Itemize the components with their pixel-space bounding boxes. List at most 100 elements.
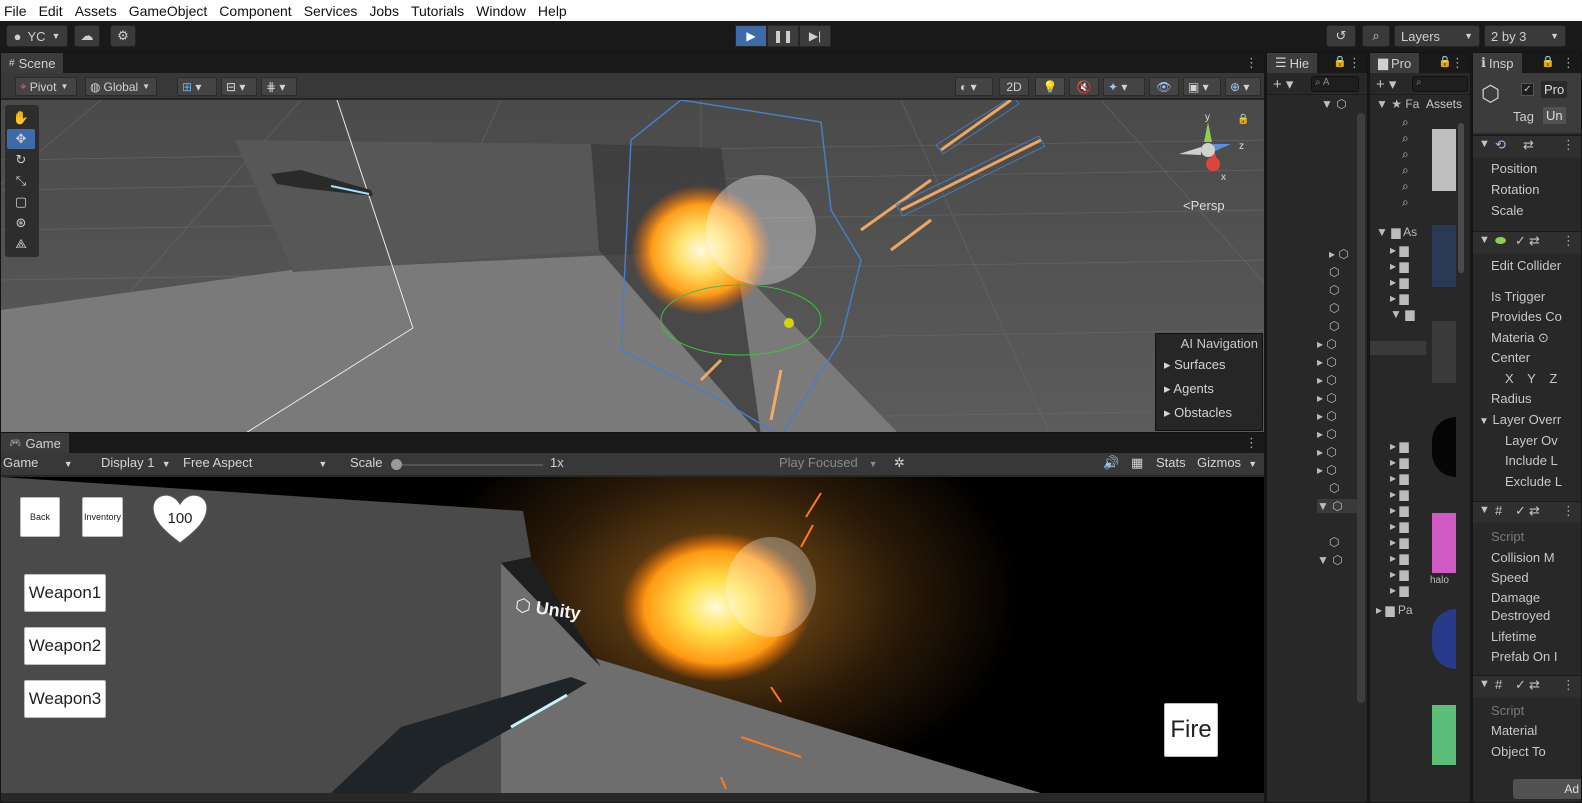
audio-icon[interactable]: 🔇 bbox=[1069, 77, 1099, 96]
project-scrollbar[interactable] bbox=[1458, 123, 1464, 273]
speaker-icon[interactable]: 🔊 bbox=[1103, 455, 1119, 471]
custom-tool-icon[interactable]: ⟁ bbox=[7, 234, 35, 254]
grid-snap-icon[interactable]: ⊞ ▾ bbox=[177, 77, 217, 96]
folder-item[interactable]: ▸ ▆ bbox=[1390, 471, 1409, 485]
assets-breadcrumb[interactable]: Assets bbox=[1426, 97, 1462, 111]
script1-header[interactable]: ▼ # ✓ ⇄ ⋮ bbox=[1473, 501, 1581, 523]
lock-icon[interactable]: 🔒 bbox=[1438, 55, 1452, 68]
grid-icon[interactable]: ▦ bbox=[1131, 455, 1143, 471]
tab-project[interactable]: ▆ Pro bbox=[1370, 53, 1420, 73]
tab-hierarchy[interactable]: ☰ Hie bbox=[1267, 53, 1318, 73]
more-options-icon[interactable]: ⋮ bbox=[1562, 677, 1575, 693]
nav-obstacles-item[interactable]: ▸ Obstacles bbox=[1156, 401, 1262, 425]
folder-item[interactable]: ▸ ▆ bbox=[1390, 519, 1409, 533]
tree-item[interactable]: ⬡ bbox=[1329, 319, 1339, 333]
more-options-icon[interactable]: ⋮ bbox=[1562, 137, 1575, 153]
fire-button[interactable]: Fire bbox=[1164, 703, 1218, 757]
aspect-dropdown[interactable]: Free Aspect ▼ bbox=[183, 455, 327, 470]
nav-surfaces-item[interactable]: ▸ Surfaces bbox=[1156, 353, 1262, 377]
preset-icon[interactable]: ⇄ bbox=[1529, 233, 1540, 249]
hierarchy-scrollbar[interactable] bbox=[1357, 113, 1365, 703]
back-button[interactable]: Back bbox=[20, 497, 60, 537]
folder-item[interactable]: ▸ ▆ bbox=[1390, 275, 1409, 289]
layout-dropdown[interactable]: 2 by 3 ▼ bbox=[1484, 25, 1566, 47]
gizmos-dropdown[interactable]: Gizmos ▼ bbox=[1197, 455, 1257, 470]
increment-snap-icon[interactable]: ⋕ ▾ bbox=[261, 77, 297, 96]
game-viewport[interactable]: ⬡ Unity Back Inventory 100 Weapon1 Weapo… bbox=[1, 477, 1264, 793]
scale-tool-icon[interactable]: ⤡ bbox=[7, 171, 35, 191]
edit-collider-label[interactable]: Edit Collider bbox=[1491, 258, 1561, 273]
search-icon[interactable]: ⌕ bbox=[1402, 115, 1409, 130]
enabled-checkbox[interactable]: ✓ bbox=[1515, 503, 1526, 519]
menu-services[interactable]: Services bbox=[304, 3, 358, 19]
scale-slider-thumb[interactable] bbox=[391, 459, 402, 470]
search-icon[interactable]: ⌕ bbox=[1362, 25, 1390, 47]
tree-item-selected[interactable]: ▼ ⬡ bbox=[1317, 499, 1357, 513]
menu-file[interactable]: File bbox=[4, 3, 27, 19]
add-component-button[interactable]: Ad bbox=[1513, 779, 1581, 799]
add-icon[interactable]: + ▾ bbox=[1273, 75, 1293, 93]
folder-item[interactable]: ▸ ▆ bbox=[1390, 503, 1409, 517]
tree-item[interactable]: ⬡ bbox=[1329, 481, 1339, 495]
tag-dropdown[interactable]: Un bbox=[1543, 107, 1566, 124]
view-gizmo[interactable]: y z x bbox=[1173, 112, 1244, 184]
grid-visibility-icon[interactable]: ⊟ ▾ bbox=[221, 77, 257, 96]
pause-button[interactable]: ❚❚ bbox=[767, 25, 799, 47]
move-tool-icon[interactable]: ✥ bbox=[7, 129, 35, 149]
tab-inspector[interactable]: ℹ Insp bbox=[1473, 53, 1522, 73]
folder-item[interactable]: ▸ ▆ bbox=[1390, 551, 1409, 565]
preset-icon[interactable]: ⇄ bbox=[1529, 503, 1540, 519]
game-mode-dropdown[interactable]: Game ▼ bbox=[3, 455, 73, 470]
folder-item[interactable]: ▸ ▆ bbox=[1390, 535, 1409, 549]
more-options-icon[interactable]: ⋮ bbox=[1245, 55, 1258, 71]
enabled-checkbox[interactable]: ✓ bbox=[1515, 677, 1526, 693]
layer-overrides-foldout[interactable]: ▼ Layer Overr bbox=[1479, 412, 1561, 427]
hidden-objects-icon[interactable]: 👁 bbox=[1149, 77, 1179, 96]
folder-item[interactable]: ▸ ▆ bbox=[1390, 259, 1409, 273]
collider-header[interactable]: ▼ ⬬ ✓ ⇄ ⋮ bbox=[1473, 231, 1581, 253]
tree-item[interactable]: ⬡ bbox=[1329, 265, 1339, 279]
asset-thumbnail[interactable] bbox=[1432, 129, 1456, 191]
lock-icon[interactable]: 🔒 bbox=[1237, 114, 1249, 125]
add-icon[interactable]: + ▾ bbox=[1376, 75, 1396, 93]
folder-item[interactable]: ▼ ▆ bbox=[1390, 307, 1414, 321]
global-dropdown[interactable]: ◍ Global ▼ bbox=[85, 77, 157, 96]
step-button[interactable]: ▶| bbox=[799, 25, 831, 47]
tree-item[interactable]: ▸ ⬡ bbox=[1317, 373, 1337, 387]
asset-thumbnail[interactable] bbox=[1432, 609, 1456, 669]
more-options-icon[interactable]: ⋮ bbox=[1348, 55, 1361, 71]
persp-label[interactable]: <Persp bbox=[1183, 198, 1225, 213]
inventory-button[interactable]: Inventory bbox=[82, 497, 123, 537]
scene-viewport[interactable]: ✋ ✥ ↻ ⤡ ▢ ⊛ ⟁ y z x 🔒 <Persp AI Navigati… bbox=[1, 100, 1264, 435]
scene-root-item[interactable]: ▼ ⬡ bbox=[1321, 97, 1347, 111]
folder-item[interactable]: ▸ ▆ bbox=[1390, 243, 1409, 257]
menu-tutorials[interactable]: Tutorials bbox=[411, 3, 464, 19]
tree-item[interactable]: ▸ ⬡ bbox=[1317, 445, 1337, 459]
lock-icon[interactable]: 🔒 bbox=[1333, 55, 1347, 68]
folder-item[interactable]: ▸ ▆ bbox=[1390, 455, 1409, 469]
stats-button[interactable]: Stats bbox=[1156, 455, 1186, 470]
effects-icon[interactable]: ✦ ▾ bbox=[1103, 77, 1145, 96]
folder-item[interactable]: ▸ ▆ bbox=[1390, 567, 1409, 581]
tree-item[interactable]: ▸ ⬡ bbox=[1317, 463, 1337, 477]
active-checkbox[interactable]: ✓ bbox=[1521, 83, 1534, 96]
camera-icon[interactable]: ▣ ▾ bbox=[1183, 77, 1221, 96]
folder-item[interactable]: ▸ ▆ bbox=[1390, 583, 1409, 597]
menu-assets[interactable]: Assets bbox=[75, 3, 117, 19]
layers-dropdown[interactable]: Layers ▼ bbox=[1394, 25, 1480, 47]
cloud-icon[interactable]: ☁ bbox=[74, 25, 100, 47]
more-options-icon[interactable]: ⋮ bbox=[1562, 55, 1575, 71]
folder-item[interactable]: ▸ ▆ bbox=[1390, 291, 1409, 305]
search-icon[interactable]: ⌕ bbox=[1402, 179, 1409, 194]
asset-thumbnail[interactable] bbox=[1432, 513, 1456, 573]
play-focused-dropdown[interactable]: Play Focused ▼ bbox=[779, 455, 878, 470]
tree-item[interactable]: ▸ ⬡ bbox=[1317, 355, 1337, 369]
transform-tool-icon[interactable]: ⊛ bbox=[7, 213, 35, 233]
asset-thumbnail[interactable] bbox=[1432, 225, 1456, 287]
rotate-tool-icon[interactable]: ↻ bbox=[7, 150, 35, 170]
search-icon[interactable]: ⌕ bbox=[1402, 131, 1409, 146]
favorites-item[interactable]: ▼ ★ Fa bbox=[1376, 97, 1419, 111]
tab-game[interactable]: 🎮 Game bbox=[1, 433, 69, 453]
lighting-icon[interactable]: 💡 bbox=[1035, 77, 1065, 96]
project-search-input[interactable]: ⌕ bbox=[1412, 76, 1468, 92]
